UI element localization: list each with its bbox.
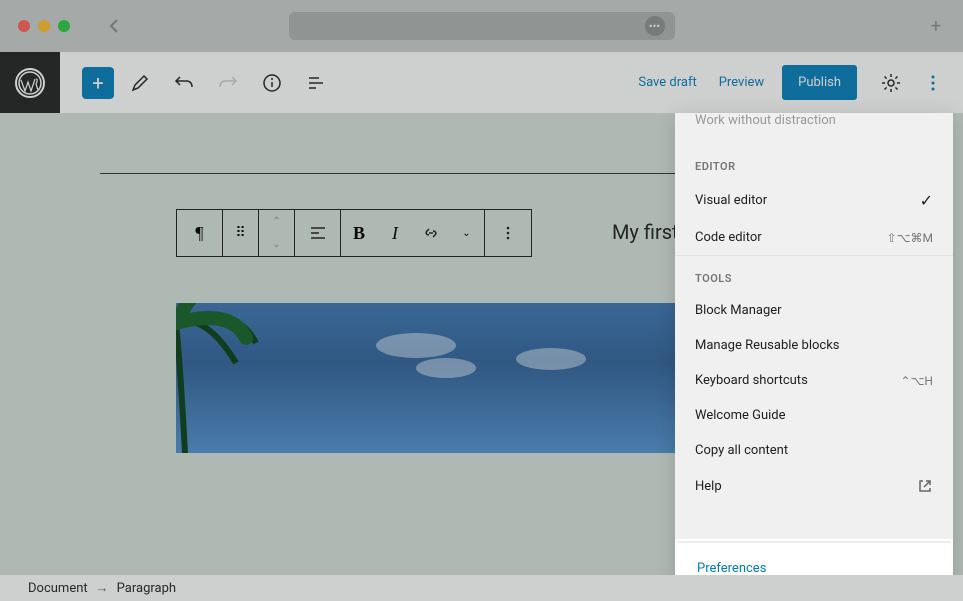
image-block[interactable] xyxy=(176,303,756,453)
options-dropdown: Work without distraction EDITOR Visual e… xyxy=(675,113,953,596)
bold-button[interactable]: B xyxy=(341,210,377,256)
keyboard-shortcuts-key: ⌃⌥H xyxy=(901,374,933,388)
outline-button[interactable] xyxy=(298,65,334,101)
redo-button[interactable] xyxy=(210,65,246,101)
tools-section-header: TOOLS xyxy=(675,255,953,293)
visual-editor-label: Visual editor xyxy=(695,193,767,208)
save-draft-button[interactable]: Save draft xyxy=(634,67,700,98)
breadcrumb-paragraph[interactable]: Paragraph xyxy=(117,581,176,596)
code-editor-item[interactable]: Code editor ⇧⌥⌘M xyxy=(675,220,953,255)
mac-titlebar: ••• + xyxy=(0,0,963,52)
url-bar[interactable]: ••• xyxy=(289,12,675,40)
visual-editor-item[interactable]: Visual editor ✓ xyxy=(675,181,953,220)
settings-button[interactable] xyxy=(873,65,909,101)
copy-all-label: Copy all content xyxy=(695,443,788,458)
wordpress-logo[interactable] xyxy=(0,52,60,113)
paragraph-type-icon[interactable]: ¶ xyxy=(177,210,223,256)
edit-tool-button[interactable] xyxy=(122,65,158,101)
copy-all-item[interactable]: Copy all content xyxy=(675,433,953,468)
maximize-window-icon[interactable] xyxy=(58,20,70,32)
link-button[interactable] xyxy=(413,210,449,256)
more-menu-button[interactable] xyxy=(915,65,951,101)
back-button[interactable] xyxy=(108,17,120,35)
block-manager-item[interactable]: Block Manager xyxy=(675,293,953,328)
add-block-button[interactable]: + xyxy=(82,67,114,99)
reusable-blocks-label: Manage Reusable blocks xyxy=(695,338,840,353)
breadcrumb: Document → Paragraph xyxy=(0,575,963,601)
new-tab-button[interactable]: + xyxy=(931,16,941,37)
move-down-icon[interactable]: ⌄ xyxy=(259,233,294,256)
url-menu-icon[interactable]: ••• xyxy=(645,16,665,36)
keyboard-shortcuts-label: Keyboard shortcuts xyxy=(695,373,808,388)
minimize-window-icon[interactable] xyxy=(38,20,50,32)
keyboard-shortcuts-item[interactable]: Keyboard shortcuts ⌃⌥H xyxy=(675,363,953,398)
chevron-right-icon: → xyxy=(96,580,109,596)
drag-handle-icon[interactable]: ⠿ xyxy=(223,210,259,256)
align-button[interactable] xyxy=(295,210,341,256)
help-item[interactable]: Help xyxy=(675,468,953,504)
code-editor-label: Code editor xyxy=(695,230,762,245)
reusable-blocks-item[interactable]: Manage Reusable blocks xyxy=(675,328,953,363)
undo-button[interactable] xyxy=(166,65,202,101)
more-formatting-icon[interactable]: ⌄ xyxy=(449,210,485,256)
move-up-icon[interactable]: ⌃ xyxy=(259,210,294,233)
help-label: Help xyxy=(695,479,722,494)
close-window-icon[interactable] xyxy=(18,20,30,32)
distraction-note: Work without distraction xyxy=(675,113,953,144)
welcome-guide-item[interactable]: Welcome Guide xyxy=(675,398,953,433)
external-link-icon xyxy=(917,478,933,494)
editor-section-header: EDITOR xyxy=(675,144,953,181)
publish-button[interactable]: Publish xyxy=(782,65,857,100)
code-editor-shortcut: ⇧⌥⌘M xyxy=(887,231,933,245)
block-options-icon[interactable] xyxy=(485,210,531,256)
info-button[interactable] xyxy=(254,65,290,101)
wordpress-logo-icon xyxy=(15,68,45,98)
italic-button[interactable]: I xyxy=(377,210,413,256)
preview-button[interactable]: Preview xyxy=(715,67,768,98)
welcome-guide-label: Welcome Guide xyxy=(695,408,786,423)
wp-toolbar: + Save draft Preview Publish xyxy=(0,52,963,113)
check-icon: ✓ xyxy=(920,191,933,210)
block-manager-label: Block Manager xyxy=(695,303,782,318)
block-toolbar: ¶ ⠿ ⌃ ⌄ B I ⌄ xyxy=(176,209,532,257)
traffic-lights xyxy=(18,20,70,32)
breadcrumb-document[interactable]: Document xyxy=(28,581,88,596)
